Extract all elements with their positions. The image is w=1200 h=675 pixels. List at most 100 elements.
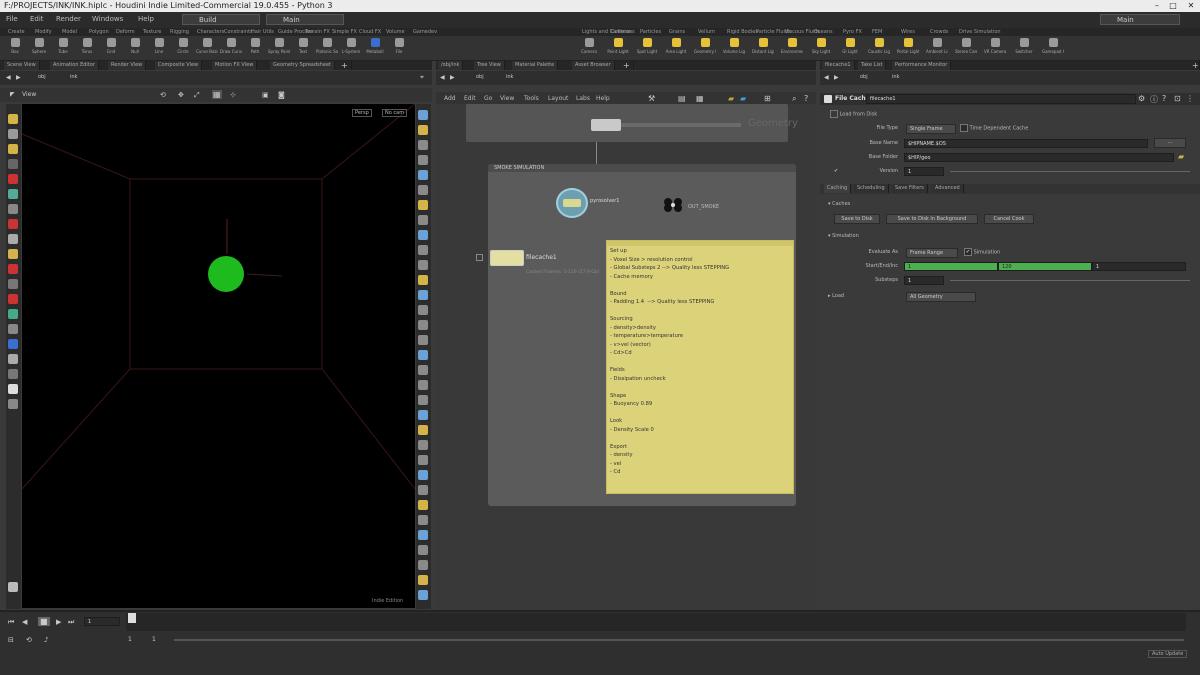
shelf-tab-deform[interactable]: Deform xyxy=(116,28,135,36)
no-cam-button[interactable]: No cam xyxy=(382,109,408,117)
shelf-tab-vellum[interactable]: Vellum xyxy=(698,28,715,36)
params-more-icon[interactable]: ⋮ xyxy=(1186,94,1194,103)
shelf-tool-gamepad-camera[interactable]: Gamepad Camera xyxy=(1042,38,1064,60)
display-option-1-icon[interactable] xyxy=(418,110,428,120)
subtab-advanced[interactable]: Advanced xyxy=(932,184,964,193)
folder-browse-icon[interactable]: ▰ xyxy=(1178,152,1184,161)
substeps-field[interactable]: 1 xyxy=(904,276,944,285)
network-back-icon[interactable]: ◀ xyxy=(440,74,445,81)
shelf-tab-terrain-fx[interactable]: Terrain FX xyxy=(305,28,330,36)
main-selector[interactable]: Main xyxy=(266,14,344,25)
start-field[interactable]: 1 xyxy=(904,262,998,271)
params-path-obj[interactable]: obj xyxy=(860,74,868,80)
shelf-tool-circle[interactable]: Circle xyxy=(172,38,194,60)
shelf-tool-spot-light[interactable]: Spot Light xyxy=(636,38,658,60)
shelf-tool-portal-light[interactable]: Portal Light xyxy=(897,38,919,60)
viewer-tool-13-icon[interactable] xyxy=(8,294,18,304)
shelf-tool-null[interactable]: Null xyxy=(124,38,146,60)
tab-scene-view[interactable]: Scene View xyxy=(4,61,40,70)
shelf-tab-oceans[interactable]: Oceans xyxy=(814,28,833,36)
shelf-tab-constraints[interactable]: Constraints xyxy=(224,28,253,36)
shelf-tab-model[interactable]: Model xyxy=(62,28,77,36)
shelf-tool-gi-light[interactable]: GI Light xyxy=(839,38,861,60)
info-icon[interactable]: ⓘ xyxy=(1150,94,1158,105)
base-folder-field[interactable]: $HIP/geo xyxy=(904,153,1174,162)
timeline-track[interactable] xyxy=(126,613,1186,631)
time-dependent-checkbox[interactable] xyxy=(960,124,968,132)
shelf-tool-l-system[interactable]: L-System xyxy=(340,38,362,60)
display-icon[interactable]: ▣ xyxy=(262,91,269,99)
display-option-6-icon[interactable] xyxy=(418,185,428,195)
shelf-tab-grains[interactable]: Grains xyxy=(669,28,685,36)
viewer-tool-5-icon[interactable] xyxy=(8,174,18,184)
shelf-tab-wires[interactable]: Wires xyxy=(901,28,915,36)
display-option-23-icon[interactable] xyxy=(418,440,428,450)
shelf-tool-sky-light[interactable]: Sky Light xyxy=(810,38,832,60)
display-option-25-icon[interactable] xyxy=(418,470,428,480)
shelf-tool-torus[interactable]: Torus xyxy=(76,38,98,60)
substeps-slider[interactable] xyxy=(950,280,1190,281)
display-option-10-icon[interactable] xyxy=(418,245,428,255)
viewer-tool-bottom-icon[interactable] xyxy=(8,582,18,592)
display-option-29-icon[interactable] xyxy=(418,530,428,540)
persp-button[interactable]: Persp xyxy=(352,109,372,117)
viewer-tool-16-icon[interactable] xyxy=(8,339,18,349)
shelf-tab-particles[interactable]: Particles xyxy=(640,28,661,36)
add-param-tab-icon[interactable]: + xyxy=(1192,61,1200,70)
viewer-tool-15-icon[interactable] xyxy=(8,324,18,334)
shelf-tab-drive-simulation[interactable]: Drive Simulation xyxy=(959,28,1001,36)
reveal-button[interactable]: ⋯ xyxy=(1154,138,1186,148)
display-option-9-icon[interactable] xyxy=(418,230,428,240)
viewer-tool-10-icon[interactable] xyxy=(8,249,18,259)
file-type-select[interactable]: Single Frame xyxy=(906,124,956,134)
shelf-tool-text[interactable]: Text xyxy=(292,38,314,60)
shelf-tool-distant-light[interactable]: Distant Light xyxy=(752,38,774,60)
viewer-tool-2-icon[interactable] xyxy=(8,129,18,139)
tab-geometry-spreadsheet[interactable]: Geometry Spreadsheet xyxy=(270,61,336,70)
shelf-tab-characters[interactable]: Characters xyxy=(197,28,224,36)
current-frame-field[interactable]: 1 xyxy=(84,617,120,626)
network-menu-add[interactable]: Add xyxy=(444,95,456,102)
end-frame-label[interactable]: 1 xyxy=(152,636,156,643)
add-tab-icon[interactable]: + xyxy=(338,61,352,70)
simulation-checkbox[interactable]: ✔ xyxy=(964,248,972,256)
shelf-tool-area-light[interactable]: Area Light xyxy=(665,38,687,60)
network-path-obj[interactable]: obj xyxy=(476,74,484,80)
gear-icon[interactable]: ⚙ xyxy=(1138,94,1145,103)
simulation-toggle[interactable]: ✔ Simulation xyxy=(964,248,1000,257)
shelf-tool-environment-light[interactable]: Environment Light xyxy=(781,38,803,60)
viewer-tool-14-icon[interactable] xyxy=(8,309,18,319)
start-frame-label[interactable]: 1 xyxy=(128,636,132,643)
viewer-tool-18-icon[interactable] xyxy=(8,369,18,379)
menu-render[interactable]: Render xyxy=(56,15,81,23)
viewer-tool-19-icon[interactable] xyxy=(8,384,18,394)
shelf-tool-metaball[interactable]: Metaball xyxy=(364,38,386,60)
display-option-33-icon[interactable] xyxy=(418,590,428,600)
viewer-tool-12-icon[interactable] xyxy=(8,279,18,289)
display-option-5-icon[interactable] xyxy=(418,170,428,180)
snap-icon[interactable]: ⊹ xyxy=(230,91,236,99)
params-path-node[interactable]: ink xyxy=(892,74,899,80)
version-check[interactable]: ✔ xyxy=(834,167,838,176)
desktop-selector[interactable]: Build xyxy=(182,14,260,25)
version-slider[interactable] xyxy=(950,171,1190,172)
audio-icon[interactable]: ♪ xyxy=(44,636,48,644)
subtab-caching[interactable]: Caching xyxy=(824,184,852,193)
grid-icon[interactable]: ▦ xyxy=(212,90,222,99)
viewer-path-obj[interactable]: obj xyxy=(38,74,46,80)
display-option-18-icon[interactable] xyxy=(418,365,428,375)
params-forward-icon[interactable]: ▶ xyxy=(834,74,839,81)
display-option-12-icon[interactable] xyxy=(418,275,428,285)
shelf-tab-fem[interactable]: FEM xyxy=(872,28,882,36)
subtab-scheduling[interactable]: Scheduling xyxy=(854,184,889,193)
time-dependent-row[interactable]: Time Dependent Cache xyxy=(960,124,1028,133)
inc-field[interactable]: 1 xyxy=(1092,262,1186,271)
auto-update-button[interactable]: Auto Update xyxy=(1148,650,1188,658)
range-slider[interactable] xyxy=(174,639,1184,641)
params-back-icon[interactable]: ◀ xyxy=(824,74,829,81)
stop-icon[interactable]: ■ xyxy=(38,617,50,626)
shelf-tool-draw-curve[interactable]: Draw Curve xyxy=(220,38,242,60)
node-name-field[interactable]: filecache1 xyxy=(866,94,1136,104)
right-main-selector[interactable]: Main xyxy=(1100,14,1180,25)
network-view[interactable]: Geometry SMOKE SIMULATION pyrosolver1 OU… xyxy=(436,104,816,609)
